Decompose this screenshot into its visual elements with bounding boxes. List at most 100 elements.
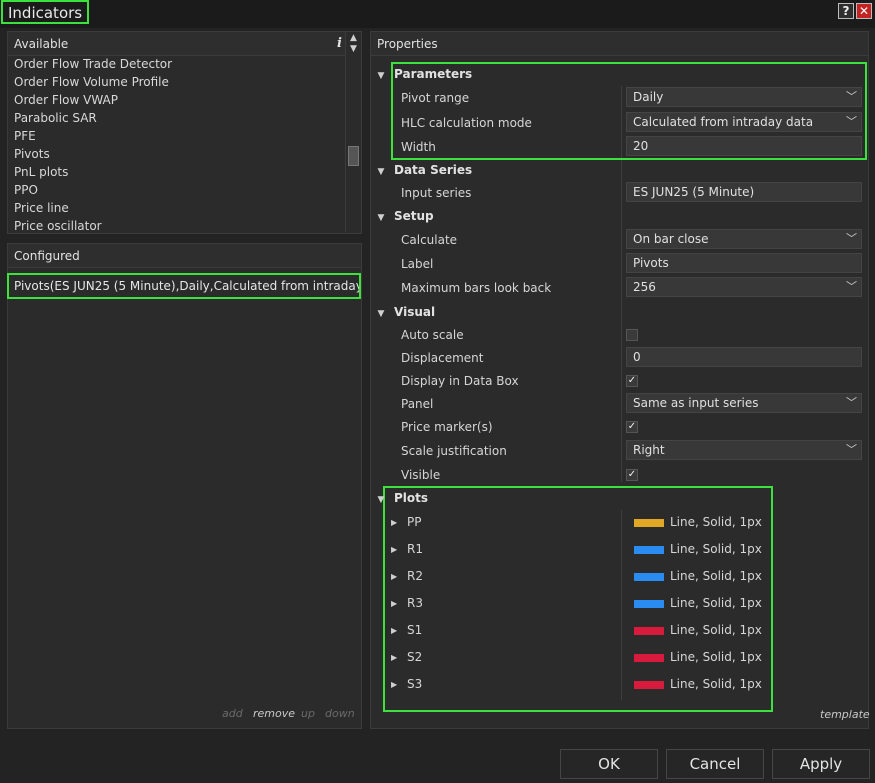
expand-icon[interactable]: ▶ bbox=[391, 617, 397, 644]
template-link[interactable]: template bbox=[820, 708, 870, 721]
help-button[interactable]: ? bbox=[838, 3, 854, 19]
plot-color-swatch[interactable] bbox=[634, 546, 664, 554]
add-link[interactable]: add bbox=[222, 707, 243, 720]
properties-header: Properties bbox=[371, 32, 868, 56]
chevron-down-icon: ﹀ bbox=[846, 396, 857, 409]
plot-name: S2 bbox=[407, 650, 423, 664]
data-box-label: Display in Data Box bbox=[401, 374, 519, 388]
scale-justification-select[interactable]: Right ﹀ bbox=[626, 440, 862, 460]
list-item[interactable]: PPO bbox=[7, 181, 345, 199]
cancel-button[interactable]: Cancel bbox=[666, 749, 764, 779]
plot-name: S3 bbox=[407, 677, 423, 691]
price-marker-label: Price marker(s) bbox=[401, 420, 493, 434]
configured-item-pivots[interactable]: Pivots(ES JUN25 (5 Minute),Daily,Calcula… bbox=[7, 273, 361, 299]
visible-label: Visible bbox=[401, 468, 441, 482]
plots-list: ▶ PP Line, Solid, 1px ▶ R1 Line, Solid, 1px ▶ R… bbox=[388, 509, 768, 698]
plot-style[interactable]: Line, Solid, 1px bbox=[670, 671, 762, 698]
collapse-icon[interactable]: ▼ bbox=[374, 489, 388, 511]
plot-row[interactable]: ▶ PP Line, Solid, 1px bbox=[388, 509, 768, 536]
plot-row[interactable]: ▶ R3 Line, Solid, 1px bbox=[388, 590, 768, 617]
plot-row[interactable]: ▶ S1 Line, Solid, 1px bbox=[388, 617, 768, 644]
expand-icon[interactable]: ▶ bbox=[391, 590, 397, 617]
available-list[interactable]: Order Flow Trade Detector Order Flow Vol… bbox=[7, 57, 345, 232]
section-data-series[interactable]: ▼ Data Series bbox=[374, 159, 473, 183]
label-input[interactable]: Pivots bbox=[626, 253, 862, 273]
list-item[interactable]: Parabolic SAR bbox=[7, 109, 345, 127]
max-bars-select[interactable]: 256 ﹀ bbox=[626, 277, 862, 297]
scroll-thumb[interactable] bbox=[348, 146, 359, 166]
info-icon[interactable]: i bbox=[337, 32, 342, 56]
displacement-input[interactable]: 0 bbox=[626, 347, 862, 367]
plot-row[interactable]: ▶ R1 Line, Solid, 1px bbox=[388, 536, 768, 563]
window-title: Indicators bbox=[1, 0, 90, 24]
input-series-field[interactable]: ES JUN25 (5 Minute) bbox=[626, 182, 862, 202]
visible-checkbox[interactable]: ✓ bbox=[626, 469, 638, 481]
list-item[interactable]: Order Flow Volume Profile bbox=[7, 73, 345, 91]
width-label: Width bbox=[401, 140, 436, 154]
max-bars-label: Maximum bars look back bbox=[401, 281, 552, 295]
price-marker-checkbox[interactable]: ✓ bbox=[626, 421, 638, 433]
expand-icon[interactable]: ▶ bbox=[391, 644, 397, 671]
chevron-down-icon: ﹀ bbox=[846, 232, 857, 245]
plot-style[interactable]: Line, Solid, 1px bbox=[670, 563, 762, 590]
collapse-icon[interactable]: ▼ bbox=[374, 65, 388, 87]
pivot-range-select[interactable]: Daily ﹀ bbox=[626, 87, 862, 107]
auto-scale-checkbox[interactable] bbox=[626, 329, 638, 341]
list-item[interactable]: PFE bbox=[7, 127, 345, 145]
plot-style[interactable]: Line, Solid, 1px bbox=[670, 536, 762, 563]
expand-icon[interactable]: ▶ bbox=[391, 536, 397, 563]
hlc-mode-select[interactable]: Calculated from intraday data ﹀ bbox=[626, 112, 862, 132]
list-item[interactable]: PnL plots bbox=[7, 163, 345, 181]
section-parameters[interactable]: ▼ Parameters bbox=[374, 63, 473, 87]
list-item[interactable]: Pivots bbox=[7, 145, 345, 163]
expand-icon[interactable]: ▶ bbox=[391, 509, 397, 536]
up-link[interactable]: up bbox=[301, 707, 315, 720]
plot-row[interactable]: ▶ S2 Line, Solid, 1px bbox=[388, 644, 768, 671]
expand-icon[interactable]: ▶ bbox=[391, 563, 397, 590]
plot-style[interactable]: Line, Solid, 1px bbox=[670, 644, 762, 671]
available-scrollbar[interactable]: ▲ ▼ bbox=[345, 32, 360, 232]
plot-row[interactable]: ▶ S3 Line, Solid, 1px bbox=[388, 671, 768, 698]
plot-style[interactable]: Line, Solid, 1px bbox=[670, 617, 762, 644]
plot-color-swatch[interactable] bbox=[634, 519, 664, 527]
ok-button[interactable]: OK bbox=[560, 749, 658, 779]
scroll-down-icon[interactable]: ▼ bbox=[349, 45, 358, 54]
list-item[interactable]: Price line bbox=[7, 199, 345, 217]
collapse-icon[interactable]: ▼ bbox=[374, 161, 388, 183]
remove-link[interactable]: remove bbox=[253, 707, 295, 720]
plot-name: R1 bbox=[407, 542, 423, 556]
panel-select[interactable]: Same as input series ﹀ bbox=[626, 393, 862, 413]
width-input[interactable]: 20 bbox=[626, 136, 862, 156]
plot-color-swatch[interactable] bbox=[634, 654, 664, 662]
expand-icon[interactable]: ▶ bbox=[391, 671, 397, 698]
plot-color-swatch[interactable] bbox=[634, 600, 664, 608]
plot-color-swatch[interactable] bbox=[634, 681, 664, 689]
list-item[interactable]: Order Flow VWAP bbox=[7, 91, 345, 109]
list-item[interactable]: Order Flow Trade Detector bbox=[7, 57, 345, 73]
section-visual[interactable]: ▼ Visual bbox=[374, 301, 436, 325]
calculate-label: Calculate bbox=[401, 233, 458, 247]
plot-name: S1 bbox=[407, 623, 423, 637]
plot-row[interactable]: ▶ R2 Line, Solid, 1px bbox=[388, 563, 768, 590]
configured-header: Configured bbox=[8, 244, 361, 268]
list-item[interactable]: Price oscillator bbox=[7, 217, 345, 232]
close-button[interactable]: ✕ bbox=[856, 3, 872, 19]
calculate-select[interactable]: On bar close ﹀ bbox=[626, 229, 862, 249]
available-header: Available i bbox=[8, 32, 346, 56]
scroll-up-icon[interactable]: ▲ bbox=[349, 34, 358, 43]
data-box-checkbox[interactable]: ✓ bbox=[626, 375, 638, 387]
section-setup[interactable]: ▼ Setup bbox=[374, 205, 434, 227]
plot-color-swatch[interactable] bbox=[634, 573, 664, 581]
pivot-range-label: Pivot range bbox=[401, 91, 470, 105]
chevron-down-icon: ﹀ bbox=[846, 115, 857, 128]
collapse-icon[interactable]: ▼ bbox=[374, 303, 388, 325]
plot-style[interactable]: Line, Solid, 1px bbox=[670, 509, 762, 536]
plot-color-swatch[interactable] bbox=[634, 627, 664, 635]
apply-button[interactable]: Apply bbox=[772, 749, 870, 779]
plot-name: R2 bbox=[407, 569, 423, 583]
chevron-down-icon: ﹀ bbox=[846, 90, 857, 103]
collapse-icon[interactable]: ▼ bbox=[374, 207, 388, 229]
plot-style[interactable]: Line, Solid, 1px bbox=[670, 590, 762, 617]
down-link[interactable]: down bbox=[325, 707, 355, 720]
section-plots[interactable]: ▼ Plots bbox=[374, 487, 429, 511]
